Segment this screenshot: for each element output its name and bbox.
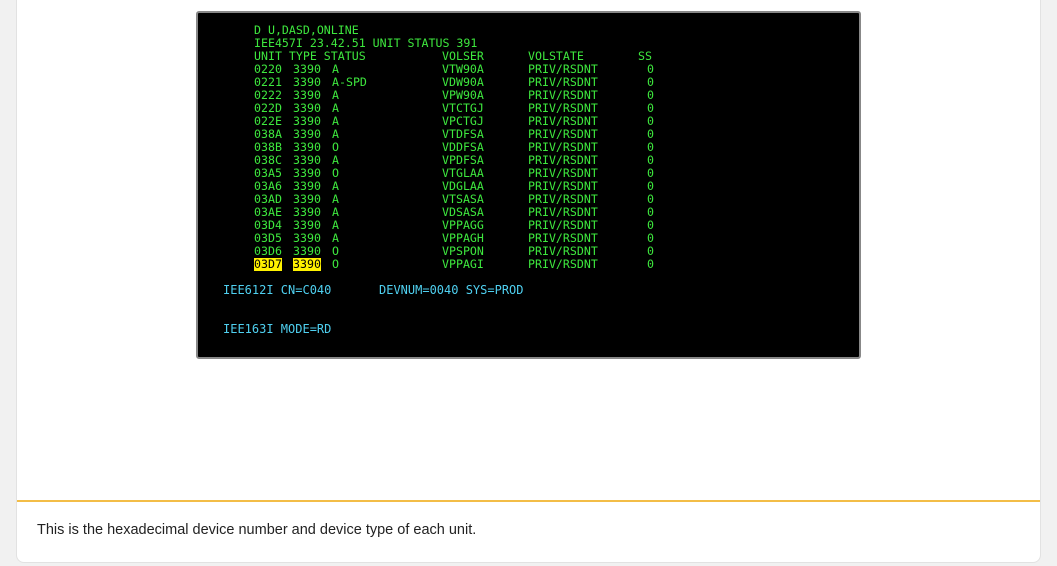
- status-cell: O: [332, 257, 339, 271]
- caption-text: This is the hexadecimal device number an…: [37, 522, 477, 538]
- iee163i-message: IEE163I MODE=RD: [223, 322, 332, 336]
- divider: [17, 500, 1040, 502]
- unit-cell: 03D7: [254, 257, 282, 271]
- type-cell: 3390: [293, 257, 321, 271]
- terminal-screen: D U,DASD,ONLINE IEE457I 23.42.51 UNIT ST…: [196, 11, 861, 359]
- volstate-cell: PRIV/RSDNT: [528, 257, 598, 271]
- volser-cell: VPPAGI: [442, 257, 484, 271]
- iee612i-message: IEE612I CN=C040: [223, 283, 332, 297]
- content-card: D U,DASD,ONLINE IEE457I 23.42.51 UNIT ST…: [16, 0, 1041, 563]
- ss-cell: 0: [647, 257, 654, 271]
- devnum-sys-message: DEVNUM=0040 SYS=PROD: [379, 283, 524, 297]
